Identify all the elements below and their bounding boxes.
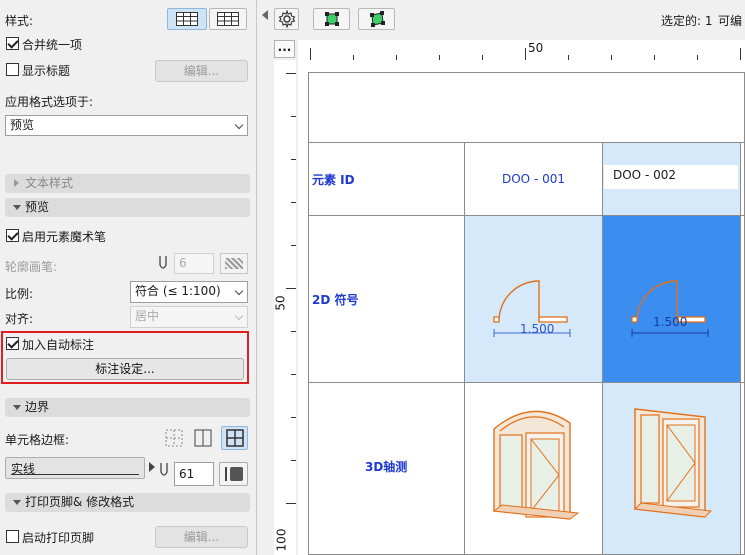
top-ruler: 50 [298, 40, 745, 60]
table-cell-3d-1[interactable] [465, 383, 603, 555]
border-all-icon [225, 429, 244, 447]
table-grid-icon [217, 12, 239, 26]
text-style-section[interactable]: 文本样式 [5, 174, 250, 193]
border-none-icon [165, 429, 183, 447]
border-all-button[interactable] [221, 426, 248, 450]
apply-format-select[interactable]: 预览 [5, 115, 248, 136]
edit-title-button[interactable]: 编辑... [155, 60, 248, 82]
table-cell-2d-2-selected[interactable]: 1.500 [603, 216, 741, 383]
door-2d-symbol-icon [631, 280, 709, 337]
enable-footer-checkbox[interactable] [6, 530, 19, 543]
row-header-element-id: 元素 ID [309, 143, 465, 216]
show-title-label: 显示标题 [22, 64, 71, 78]
dimension-label: 1.500 [520, 322, 555, 336]
scale-label: 比例: [5, 287, 34, 301]
align-select[interactable]: 居中 [130, 306, 248, 328]
section-label: 文本样式 [25, 176, 74, 190]
chevron-right-icon [149, 462, 155, 472]
border-vertical-icon [194, 429, 212, 447]
chevron-down-icon [13, 205, 21, 210]
border-section[interactable]: 边界 [5, 398, 250, 417]
cell-border-label: 单元格边框: [5, 433, 70, 447]
table-cell-id-2[interactable]: DOO - 002 [603, 143, 741, 216]
preview-section[interactable]: 预览 [5, 198, 250, 217]
schedule-canvas: 元素 ID DOO - 001 DOO - 002 2D 符号 1.500 1.… [298, 60, 745, 555]
auto-dim-label: 加入自动标注 [22, 338, 95, 352]
gear-icon [278, 10, 295, 28]
table-cell-2d-1[interactable]: 1.500 [465, 216, 603, 383]
available-text: 可编 [718, 14, 743, 28]
border-pen-input[interactable]: 61 [174, 462, 214, 486]
auto-dim-checkbox[interactable] [6, 337, 19, 350]
row-label: 2D 符号 [312, 293, 359, 307]
align-value: 居中 [135, 309, 160, 323]
section-label: 打印页脚& 修改格式 [25, 495, 135, 509]
chevron-down-icon [234, 311, 244, 321]
dim-settings-button[interactable]: 标注设定... [6, 358, 244, 380]
border-none-button[interactable] [162, 427, 186, 449]
scale-select[interactable]: 符合 (≤ 1:100) [130, 281, 248, 303]
table-header-row [309, 73, 745, 143]
merge-checkbox[interactable] [6, 37, 19, 50]
dimension-label: 1.500 [653, 315, 688, 329]
select-element-button[interactable] [313, 8, 350, 30]
section-label: 预览 [25, 200, 50, 214]
chevron-down-icon [13, 500, 21, 505]
table-cell-id-1[interactable]: DOO - 001 [465, 143, 603, 216]
style-grid-header-button[interactable] [167, 8, 207, 30]
select-frame-icon [324, 12, 339, 26]
print-footer-section[interactable]: 打印页脚& 修改格式 [5, 493, 250, 512]
enable-wand-label: 启用元素魔术笔 [22, 230, 107, 244]
border-vertical-button[interactable] [191, 427, 215, 449]
pen-icon [159, 256, 167, 269]
door-3d-view-icon [633, 408, 713, 518]
table-grid-icon [176, 12, 198, 26]
chevron-right-icon [14, 179, 19, 187]
row-header-2d: 2D 符号 [309, 216, 465, 383]
style-grid-plain-button[interactable] [209, 8, 247, 30]
chevron-left-icon[interactable] [262, 10, 268, 20]
border-pen-color-swatch[interactable] [219, 462, 248, 486]
cell-value: DOO - 002 [613, 168, 676, 182]
selected-count: 选定的: 1 [661, 14, 713, 28]
section-label: 边界 [25, 400, 50, 414]
enable-wand-checkbox[interactable] [6, 229, 19, 242]
row-label: 元素 ID [312, 173, 355, 187]
outline-pen-label: 轮廓画笔: [5, 260, 58, 274]
pen-icon [160, 463, 168, 476]
row-header-3d: 3D轴测 [309, 383, 465, 555]
pen-color-swatch[interactable] [220, 253, 248, 274]
apply-format-label: 应用格式选项于: [5, 95, 94, 109]
row-label: 3D轴测 [365, 460, 408, 474]
enable-footer-label: 启动打印页脚 [22, 531, 95, 545]
line-type-select[interactable]: 实线 [5, 457, 145, 479]
scale-value: 符合 (≤ 1:100) [135, 284, 221, 298]
chevron-down-icon [13, 405, 21, 410]
align-label: 对齐: [5, 312, 34, 326]
border-pen-value: 61 [179, 467, 195, 481]
ruler-label-50: 50 [528, 41, 544, 55]
ruler-corner-button[interactable]: ... [274, 40, 295, 58]
edit-footer-button[interactable]: 编辑... [155, 526, 248, 548]
settings-button[interactable] [274, 8, 299, 30]
select-rotated-button[interactable] [358, 8, 395, 30]
cell-value: DOO - 001 [502, 172, 565, 186]
left-ruler: 50 100 [274, 60, 296, 555]
door-3d-view-icon [492, 410, 580, 520]
outline-pen-value: 6 [179, 256, 187, 270]
chevron-down-icon [234, 286, 244, 296]
rotate-select-icon [369, 11, 385, 27]
table-cell-3d-2[interactable] [603, 383, 741, 555]
chevron-down-icon [234, 120, 244, 130]
outline-pen-input[interactable]: 6 [174, 253, 214, 274]
show-title-checkbox[interactable] [6, 63, 19, 76]
settings-panel: 样式: 合并统一项 显示标题 编辑... 应用格式选项于: 预览 文本样式 预览… [0, 0, 256, 555]
apply-format-value: 预览 [10, 118, 35, 132]
merge-label: 合并统一项 [22, 38, 83, 52]
ruler-label-left-50: 50 [273, 295, 288, 311]
style-label: 样式: [5, 14, 34, 28]
ruler-label-left-100: 100 [274, 528, 289, 552]
